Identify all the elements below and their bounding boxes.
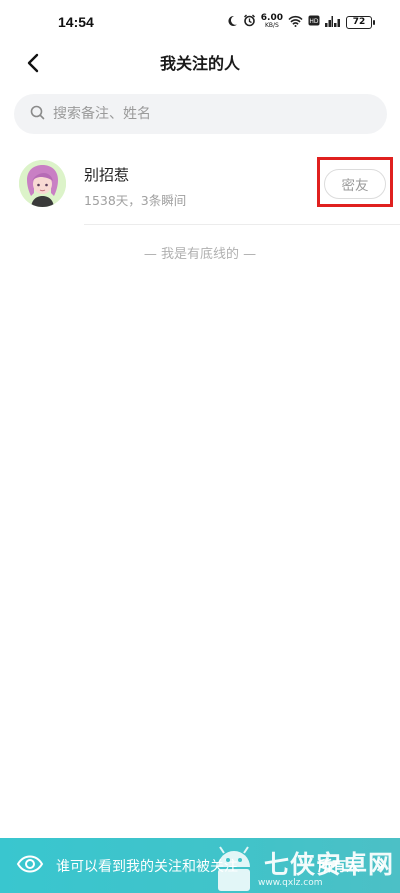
status-bar: 14:54 6.00 KB/S HD 72 <box>0 0 400 44</box>
friend-meta: 1538天，3条瞬间 <box>84 193 187 208</box>
privacy-label: 谁可以看到我的关注和被关注 <box>56 858 238 875</box>
status-time: 14:54 <box>58 14 94 30</box>
back-button[interactable] <box>18 48 48 78</box>
alarm-icon <box>243 14 256 30</box>
search-icon <box>30 105 45 124</box>
network-speed: 6.00 KB/S <box>261 14 283 30</box>
wifi-icon <box>288 15 303 30</box>
hd-icon: HD <box>308 15 320 29</box>
speed-value: 6.00 <box>260 13 283 23</box>
nav-bar: 我关注的人 <box>0 44 400 80</box>
moon-icon <box>226 15 238 30</box>
privacy-setting-bar[interactable]: 谁可以看到我的关注和被关注 所有人 <box>0 838 400 893</box>
search-input[interactable] <box>53 106 353 122</box>
search-bar[interactable] <box>14 94 387 134</box>
svg-text:HD: HD <box>309 18 319 25</box>
avatar[interactable] <box>19 160 66 207</box>
eye-icon <box>16 854 44 877</box>
signal-icon <box>325 15 341 30</box>
page-title: 我关注的人 <box>159 54 240 73</box>
friend-name: 别招惹 <box>84 166 130 184</box>
privacy-value[interactable]: 所有人 <box>318 856 360 876</box>
speed-unit: KB/S <box>264 22 279 29</box>
chevron-right-icon <box>376 857 384 876</box>
divider <box>84 224 400 225</box>
status-icons: 6.00 KB/S HD 72 <box>226 14 375 30</box>
battery-icon: 72 <box>346 15 375 29</box>
end-of-list-text: — 我是有底线的 — <box>143 247 257 262</box>
back-arrow-icon <box>27 53 39 73</box>
close-friend-button[interactable]: 密友 <box>324 169 386 199</box>
